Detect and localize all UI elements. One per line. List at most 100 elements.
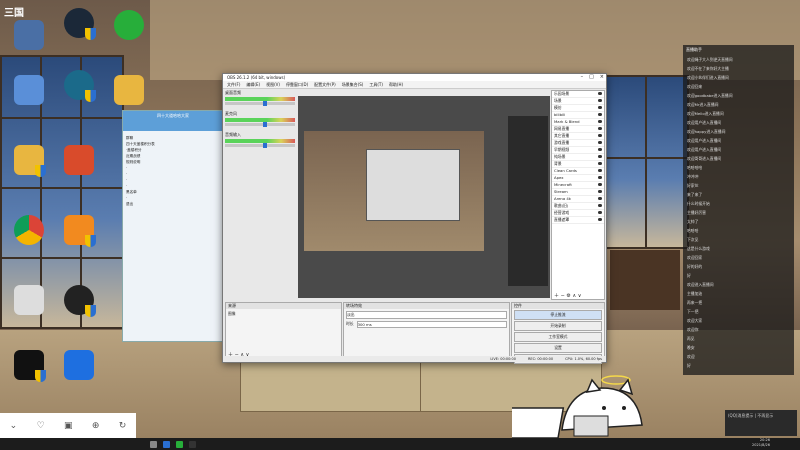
eye-icon — [598, 211, 602, 214]
desktop-icon-pot[interactable] — [60, 215, 98, 247]
bongo-cat-icon — [14, 285, 44, 315]
notification-popup[interactable]: (QQ)消息提示 | 不再显示 — [725, 410, 797, 436]
start-recording-button[interactable]: 开始录制 — [514, 321, 602, 331]
eye-icon — [598, 141, 602, 144]
scene-item[interactable]: 直播遮罩 — [552, 217, 604, 224]
chrome-icon — [14, 215, 44, 245]
desktop-icon-obs[interactable] — [60, 285, 98, 317]
chat-message: 太帅了 — [687, 219, 699, 224]
taskbar-obs-icon[interactable] — [189, 440, 196, 448]
taskbar-app-icon[interactable] — [163, 440, 170, 448]
desktop-icon-steam[interactable] — [60, 8, 98, 40]
chevron-down-icon[interactable]: ⌄ — [10, 421, 18, 431]
nested-chat-preview — [508, 116, 548, 286]
duration-input[interactable]: 300 ms — [356, 321, 507, 328]
qq-group-window[interactable]: 四十大道哈哈大家 群聊 四十天盖楼积分表 ·盖楼积分 近期战绩 规则说明 · ·… — [122, 110, 224, 342]
minimize-icon[interactable]: – — [581, 74, 584, 80]
desktop-icon-folder-2[interactable] — [10, 145, 48, 177]
bongo-cat-overlay — [512, 375, 643, 438]
chat-message: 欢迎回来 — [687, 84, 703, 89]
chat-message: 好 — [687, 363, 691, 368]
shop-icon[interactable]: ▣ — [64, 421, 73, 431]
duration-row: 时长 300 ms — [346, 321, 507, 328]
shield-icon — [85, 305, 96, 317]
close-icon[interactable]: × — [600, 74, 604, 80]
menu-edit[interactable]: 编辑(E) — [246, 82, 260, 88]
volume-slider[interactable] — [225, 101, 295, 106]
heart-icon[interactable]: ♡ — [37, 421, 45, 431]
clock-date[interactable]: 2021/8/26 — [752, 443, 770, 448]
mixer-channel: 音频输入 — [225, 132, 295, 150]
status-bar: LIVE: 00:00:00 REC: 00:00:00 CPU: 1.0%, … — [223, 356, 606, 362]
scene-item[interactable]: 其它直播 — [552, 133, 604, 140]
desktop-icon-blue[interactable] — [60, 350, 98, 382]
scene-item[interactable]: Mark & Blend — [552, 119, 604, 126]
chat-header: 直播助手 — [686, 47, 702, 52]
scene-item[interactable]: Minecraft — [552, 182, 604, 189]
scene-item[interactable]: 背景 — [552, 161, 604, 168]
scene-item[interactable]: 模仿 — [552, 105, 604, 112]
menu-file[interactable]: 文件(F) — [227, 82, 240, 88]
maximize-icon[interactable]: □ — [589, 74, 594, 80]
desktop-icon-folder[interactable] — [110, 75, 148, 107]
scene-item[interactable]: 经营游戏 — [552, 210, 604, 217]
start-icon[interactable] — [150, 440, 157, 448]
menu-tools[interactable]: 工具(T) — [369, 82, 383, 88]
desktop-icon-dark[interactable] — [10, 350, 48, 382]
menu-docks[interactable]: 停靠窗口(D) — [286, 82, 308, 88]
scene-item[interactable]: Arena 4k — [552, 196, 604, 203]
scene-item[interactable]: 乐园场景 — [552, 91, 604, 98]
stop-streaming-button[interactable]: 停止推流 — [514, 310, 602, 320]
desktop-icon-computer[interactable] — [10, 20, 48, 52]
gift-icon[interactable]: ⊕ — [92, 421, 100, 431]
volume-slider[interactable] — [225, 143, 295, 148]
scene-item[interactable]: Stream — [552, 189, 604, 196]
chat-message: 这是什么游戏 — [687, 246, 710, 251]
desktop-icon-wechat[interactable] — [110, 10, 148, 42]
panel-header: 转场特效 — [344, 303, 509, 309]
volume-slider[interactable] — [225, 122, 295, 127]
eye-icon — [598, 183, 602, 186]
menu-view[interactable]: 视图(V) — [266, 82, 280, 88]
desktop-icon-chrome[interactable] — [10, 215, 48, 247]
computer-icon — [14, 20, 44, 50]
scene-item[interactable]: Clean Cards — [552, 168, 604, 175]
chat-message: 欢迎大家 — [687, 318, 703, 323]
scene-item[interactable]: bilibili — [552, 112, 604, 119]
chat-message: 主播好厉害 — [687, 210, 706, 215]
scene-item[interactable]: 歌曲(旧) — [552, 203, 604, 210]
obs-window[interactable]: OBS 26.1.2 (64 bit, windows) – □ × 文件(F)… — [222, 73, 607, 364]
eye-icon — [598, 169, 602, 172]
source-item[interactable]: 图像 — [226, 309, 341, 319]
scene-item[interactable]: 早期视频 — [552, 147, 604, 154]
preview-canvas[interactable] — [298, 96, 550, 298]
scene-item[interactable]: 纯场景 — [552, 154, 604, 161]
list-item[interactable]: 退出 — [123, 201, 223, 207]
desktop-icon-bongo[interactable] — [10, 285, 48, 317]
scene-item[interactable]: Apex — [552, 175, 604, 182]
taskbar-app-icon[interactable] — [176, 440, 183, 448]
channel-name: 音频输入 — [225, 132, 241, 137]
scene-item[interactable]: 场景 — [552, 98, 604, 105]
chat-message: 欢迎用户进入直播间 — [687, 147, 722, 152]
menu-help[interactable]: 帮助(H) — [389, 82, 403, 88]
chat-message: 下一把 — [687, 309, 699, 314]
eye-icon — [598, 204, 602, 207]
nested-preview — [304, 131, 484, 251]
obs-titlebar[interactable]: OBS 26.1.2 (64 bit, windows) – □ × — [223, 74, 606, 81]
desktop-icon-raccoon[interactable] — [60, 145, 98, 177]
desktop-icon-app[interactable] — [60, 70, 98, 102]
panel-header: 控件 — [512, 303, 604, 309]
chat-message: 什么时候开始 — [687, 201, 710, 206]
scene-item[interactable]: 网易直播 — [552, 126, 604, 133]
refresh-icon[interactable]: ↻ — [119, 421, 127, 431]
desktop-icon-recycle-bin[interactable] — [10, 75, 48, 107]
studio-mode-button[interactable]: 工作室模式 — [514, 332, 602, 342]
transition-select[interactable]: 淡出 — [346, 311, 507, 319]
menu-profile[interactable]: 配置文件(P) — [314, 82, 336, 88]
chat-message: 欢迎用户进入直播间 — [687, 120, 722, 125]
scene-item[interactable]: 游戏直播 — [552, 140, 604, 147]
menu-scene-collection[interactable]: 场景集合(S) — [342, 82, 364, 88]
raccoon-icon — [64, 145, 94, 175]
settings-button[interactable]: 设置 — [514, 343, 602, 353]
